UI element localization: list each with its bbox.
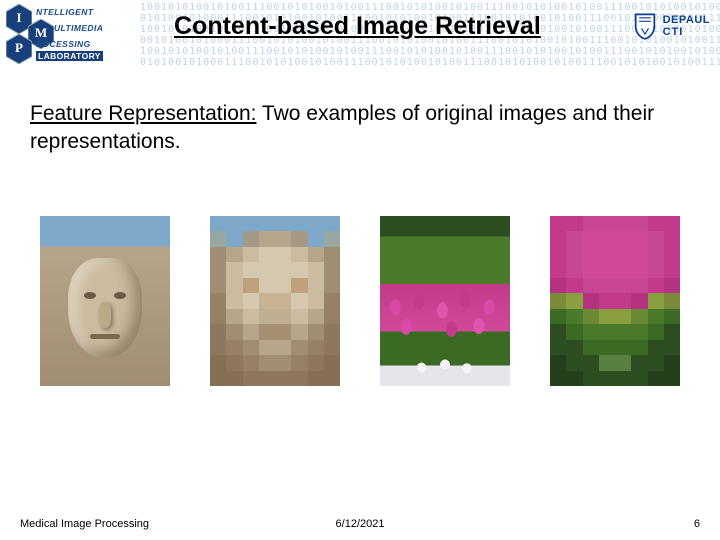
slide: 1001010100101001110010101001010011100101… xyxy=(0,0,720,540)
depaul-line1: DEPAUL xyxy=(663,14,710,26)
footer-left: Medical Image Processing xyxy=(20,518,149,530)
hex-p-icon: P xyxy=(6,34,32,64)
shield-icon xyxy=(633,12,657,40)
body-text: Feature Representation: Two examples of … xyxy=(30,100,690,156)
original-image-2 xyxy=(380,216,510,386)
image-row xyxy=(28,200,692,386)
lab-logo: I M P NTELLIGENT ULTIMEDIA ROCESSING LAB… xyxy=(6,2,156,66)
representation-image-2 xyxy=(550,216,680,386)
image-caption xyxy=(28,200,182,212)
body-lead: Feature Representation: xyxy=(30,102,256,125)
depaul-line2: CTI xyxy=(663,26,710,38)
representation-image-1 xyxy=(210,216,340,386)
slide-title: Content-based Image Retrieval xyxy=(170,12,545,41)
footer: Medical Image Processing 6/12/2021 6 xyxy=(0,518,720,530)
original-image-1 xyxy=(40,216,170,386)
header: 1001010100101001110010101001010011100101… xyxy=(0,0,720,68)
image-cell-4 xyxy=(538,200,692,386)
depaul-logo: DEPAUL CTI xyxy=(633,12,710,40)
image-cell-1 xyxy=(28,200,182,386)
lab-logo-words: NTELLIGENT ULTIMEDIA ROCESSING LABORATOR… xyxy=(36,6,156,62)
image-cell-2 xyxy=(198,200,352,386)
image-cell-3 xyxy=(368,200,522,386)
image-caption xyxy=(538,200,692,212)
image-caption xyxy=(368,200,522,212)
footer-page: 6 xyxy=(694,518,700,530)
image-caption xyxy=(198,200,352,212)
footer-date: 6/12/2021 xyxy=(336,518,385,530)
